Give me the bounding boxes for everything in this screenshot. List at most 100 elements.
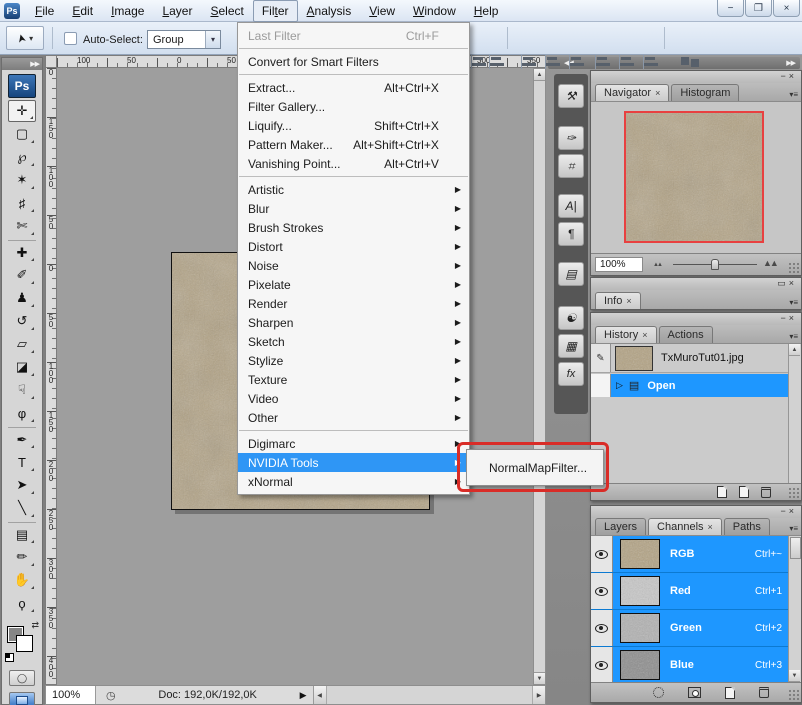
resize-grip[interactable] — [788, 487, 799, 498]
align-horizontal-centers-icon[interactable] — [566, 52, 586, 70]
toolbox-collapse-handle[interactable]: ▶▶ — [2, 58, 42, 70]
swap-colors-icon[interactable]: ⇄ — [31, 620, 39, 631]
menu-item-brush-strokes[interactable]: Brush Strokes ▶ — [238, 218, 469, 237]
panel-header-buttons[interactable]: −× — [780, 71, 797, 81]
scroll-up-icon[interactable]: ▲ — [534, 69, 545, 81]
clone-source-icon[interactable]: ⌗ — [558, 154, 584, 178]
zoom-tool[interactable]: ϙ — [8, 592, 36, 614]
current-tool-button[interactable]: ➤ ▾ — [6, 26, 44, 50]
close-tab-icon[interactable]: × — [626, 296, 631, 306]
menu-item-filter-gallery[interactable]: Filter Gallery... ▶ — [238, 97, 469, 116]
menubar-item-view[interactable]: View — [360, 0, 404, 22]
menu-item-other[interactable]: Other ▶ — [238, 408, 469, 427]
close-tab-icon[interactable]: × — [708, 522, 713, 532]
close-button[interactable]: × — [773, 0, 800, 17]
close-panel-icon[interactable]: × — [789, 506, 797, 516]
channel-row-rgb[interactable]: RGB Ctrl+~ — [591, 536, 790, 573]
menu-item-sketch[interactable]: Sketch ▶ — [238, 332, 469, 351]
auto-select-mode-dropdown[interactable]: Group ▾ — [147, 30, 221, 49]
menubar-item-filter[interactable]: Filter — [253, 0, 298, 22]
menu-item-artistic[interactable]: Artistic ▶ — [238, 180, 469, 199]
menubar-item-analysis[interactable]: Analysis — [298, 0, 361, 22]
layer-comps-icon[interactable]: ▤ — [558, 262, 584, 286]
menu-item-video[interactable]: Video ▶ — [238, 389, 469, 408]
menubar-item-help[interactable]: Help — [465, 0, 508, 22]
minimize-panel-icon[interactable]: − — [780, 313, 788, 323]
menubar-item-select[interactable]: Select — [201, 0, 252, 22]
healing-brush-tool[interactable]: ✚ — [8, 240, 36, 263]
zoom-level-field[interactable]: 100% — [46, 686, 96, 704]
menu-item-xnormal[interactable]: xNormal ▶ — [238, 472, 469, 491]
scroll-down-icon[interactable]: ▼ — [789, 670, 800, 682]
visibility-toggle[interactable] — [591, 536, 613, 572]
menu-item-last-filter[interactable]: Last Filter Ctrl+F ▶ — [238, 26, 469, 45]
magic-wand-tool[interactable]: ✶ — [8, 169, 36, 191]
load-selection-button[interactable] — [653, 687, 664, 698]
close-panel-icon[interactable]: × — [789, 71, 797, 81]
tab-actions[interactable]: Actions — [659, 326, 713, 343]
pen-tool[interactable]: ✒ — [8, 427, 36, 450]
menu-item-pixelate[interactable]: Pixelate ▶ — [238, 275, 469, 294]
rectangular-marquee-tool[interactable]: ▢ — [8, 123, 36, 145]
new-channel-button[interactable] — [725, 687, 735, 699]
screen-mode-button[interactable] — [9, 692, 35, 705]
menu-item-distort[interactable]: Distort ▶ — [238, 237, 469, 256]
channel-row-blue[interactable]: Blue Ctrl+3 — [591, 647, 790, 684]
auto-align-layers-icon[interactable] — [676, 52, 704, 70]
align-right-edges-icon[interactable] — [592, 52, 612, 70]
minimize-panel-icon[interactable]: − — [780, 71, 788, 81]
visibility-toggle[interactable] — [591, 610, 613, 646]
color-icon[interactable]: ☯ — [558, 306, 584, 330]
set-source-checkbox[interactable] — [591, 374, 611, 397]
scrollbar-thumb[interactable] — [790, 537, 801, 559]
menu-item-noise[interactable]: Noise ▶ — [238, 256, 469, 275]
minimize-panel-icon[interactable]: − — [780, 506, 788, 516]
horizontal-scrollbar[interactable]: ◀ ▶ — [313, 686, 545, 704]
menu-item-digimarc[interactable]: Digimarc ▶ — [238, 434, 469, 453]
close-panel-icon[interactable]: × — [789, 278, 797, 288]
menu-item-vanishing-point[interactable]: Vanishing Point... Alt+Ctrl+V ▶ — [238, 154, 469, 173]
navigator-zoom-field[interactable]: 100% — [595, 257, 643, 272]
menu-item-stylize[interactable]: Stylize ▶ — [238, 351, 469, 370]
history-brush-tool[interactable]: ↺ — [8, 310, 36, 332]
tab-navigator[interactable]: Navigator × — [595, 84, 669, 101]
slice-tool[interactable]: ✄ — [8, 215, 36, 237]
zoom-slider[interactable] — [673, 264, 757, 265]
menubar-item-file[interactable]: File — [26, 0, 63, 22]
minimize-button[interactable]: − — [717, 0, 744, 17]
scroll-up-icon[interactable]: ▲ — [789, 344, 800, 356]
menu-item-render[interactable]: Render ▶ — [238, 294, 469, 313]
navigator-proxy-view[interactable] — [624, 111, 764, 243]
distribute-vertical-centers-icon[interactable] — [616, 52, 636, 70]
crop-tool[interactable]: ♯ — [8, 192, 36, 214]
new-document-from-state-button[interactable] — [717, 486, 727, 498]
zoom-in-icon[interactable]: ▲▲ — [763, 258, 777, 268]
history-state-row[interactable]: ▷ ▤ Open — [591, 374, 788, 397]
tool-presets-icon[interactable]: ⚒ — [558, 84, 584, 108]
tab-channels[interactable]: Channels × — [648, 518, 722, 535]
eyedropper-tool[interactable]: ✏ — [8, 546, 36, 568]
align-vertical-centers-icon[interactable] — [486, 52, 506, 70]
menu-item-liquify[interactable]: Liquify... Shift+Ctrl+X ▶ — [238, 116, 469, 135]
close-panel-icon[interactable]: × — [789, 313, 797, 323]
menubar-item-window[interactable]: Window — [404, 0, 465, 22]
zoom-out-icon[interactable]: ▲▲ — [653, 262, 661, 268]
resize-grip[interactable] — [788, 689, 799, 700]
panel-header-buttons[interactable]: −× — [780, 313, 797, 323]
menu-item-texture[interactable]: Texture ▶ — [238, 370, 469, 389]
panel-menu-icon[interactable]: ▾≡ — [789, 524, 798, 533]
dodge-tool[interactable]: φ — [8, 402, 36, 424]
distribute-horizontal-centers-icon[interactable] — [640, 52, 660, 70]
close-tab-icon[interactable]: × — [655, 88, 660, 98]
visibility-toggle[interactable] — [591, 647, 613, 683]
brush-tool[interactable]: ✐ — [8, 264, 36, 286]
delete-channel-button[interactable] — [759, 687, 769, 698]
align-left-edges-icon[interactable] — [542, 52, 562, 70]
history-brush-source-icon[interactable]: ✎ — [591, 344, 611, 372]
tab-paths[interactable]: Paths — [724, 518, 770, 535]
tab-layers[interactable]: Layers — [595, 518, 646, 535]
history-scrollbar[interactable]: ▲ — [788, 344, 801, 483]
channel-row-red[interactable]: Red Ctrl+1 — [591, 573, 790, 610]
delete-state-button[interactable] — [761, 487, 771, 498]
menu-item-nvidia-tools[interactable]: NVIDIA Tools ▶ — [238, 453, 469, 472]
